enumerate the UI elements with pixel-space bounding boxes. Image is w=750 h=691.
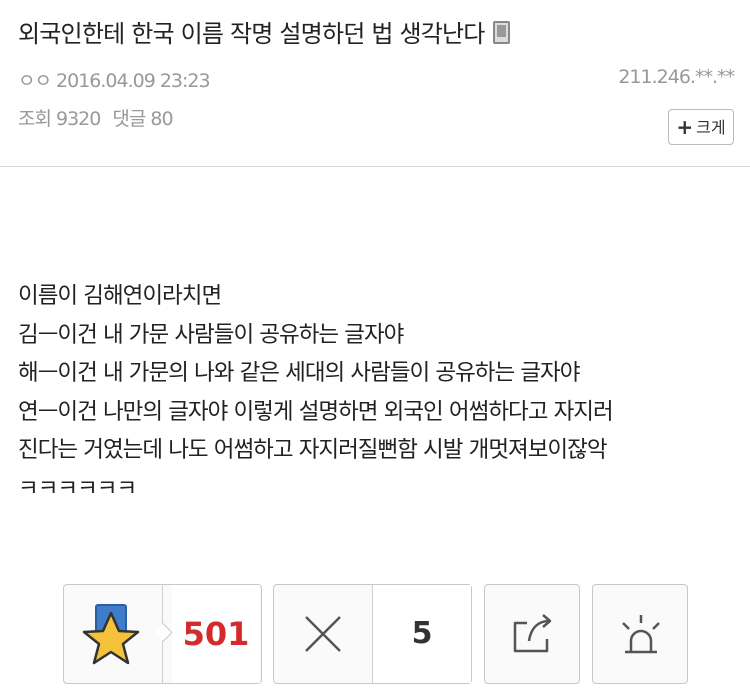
plus-icon: + [676,115,694,139]
body-line: 진다는 거였는데 나도 어썸하고 자지러질뻔함 시발 개멋져보이잖악 [18,437,608,463]
comment-count[interactable]: 댓글 80 [112,108,173,130]
close-x-icon [274,585,373,683]
action-buttons: 501 5 [0,584,750,684]
report-siren-icon [593,585,687,683]
post-meta: ㅇㅇ 2016.04.09 23:23 [18,66,211,93]
author-name[interactable]: ㅇㅇ [18,70,52,92]
not-recommend-button[interactable]: 5 [273,584,472,684]
post-stats: 조회 9320 댓글 80 [18,104,185,131]
mobile-icon [492,21,510,44]
font-size-label: 크게 [696,118,726,137]
body-line: 이름이 김해연이라치면 [18,283,222,309]
share-button[interactable] [484,584,580,684]
body-line: ㅋㅋㅋㅋㅋㅋ [18,475,137,502]
not-recommend-count: 5 [373,585,471,683]
post-title-text: 외국인한테 한국 이름 작명 설명하던 법 생각난다 [18,20,485,48]
post-header: 외국인한테 한국 이름 작명 설명하던 법 생각난다 ㅇㅇ 2016.04.09… [0,0,750,167]
body-line: 연ㅡ이건 나만의 글자야 이렇게 설명하면 외국인 어썸하다고 자지러 [18,398,614,425]
post-date: 2016.04.09 23:23 [56,70,211,92]
body-line: 해ㅡ이건 내 가문의 나와 같은 세대의 사람들이 공유하는 글자야 [18,360,580,386]
recommend-count: 501 [172,585,260,683]
post-body: 이름이 김해연이라치면 김ㅡ이건 내 가문 사람들이 공유하는 글자야 해ㅡ이건… [18,277,738,508]
font-size-button[interactable]: + 크게 [668,109,734,145]
star-icon [64,585,163,683]
recommend-button[interactable]: 501 [63,584,262,684]
body-line: 김ㅡ이건 내 가문 사람들이 공유하는 글자야 [18,321,404,348]
report-button[interactable] [592,584,688,684]
share-icon [485,585,579,683]
author-ip: 211.246.**.** [618,66,735,88]
post-title: 외국인한테 한국 이름 작명 설명하던 법 생각난다 [18,14,510,49]
view-count: 조회 9320 [18,108,101,130]
